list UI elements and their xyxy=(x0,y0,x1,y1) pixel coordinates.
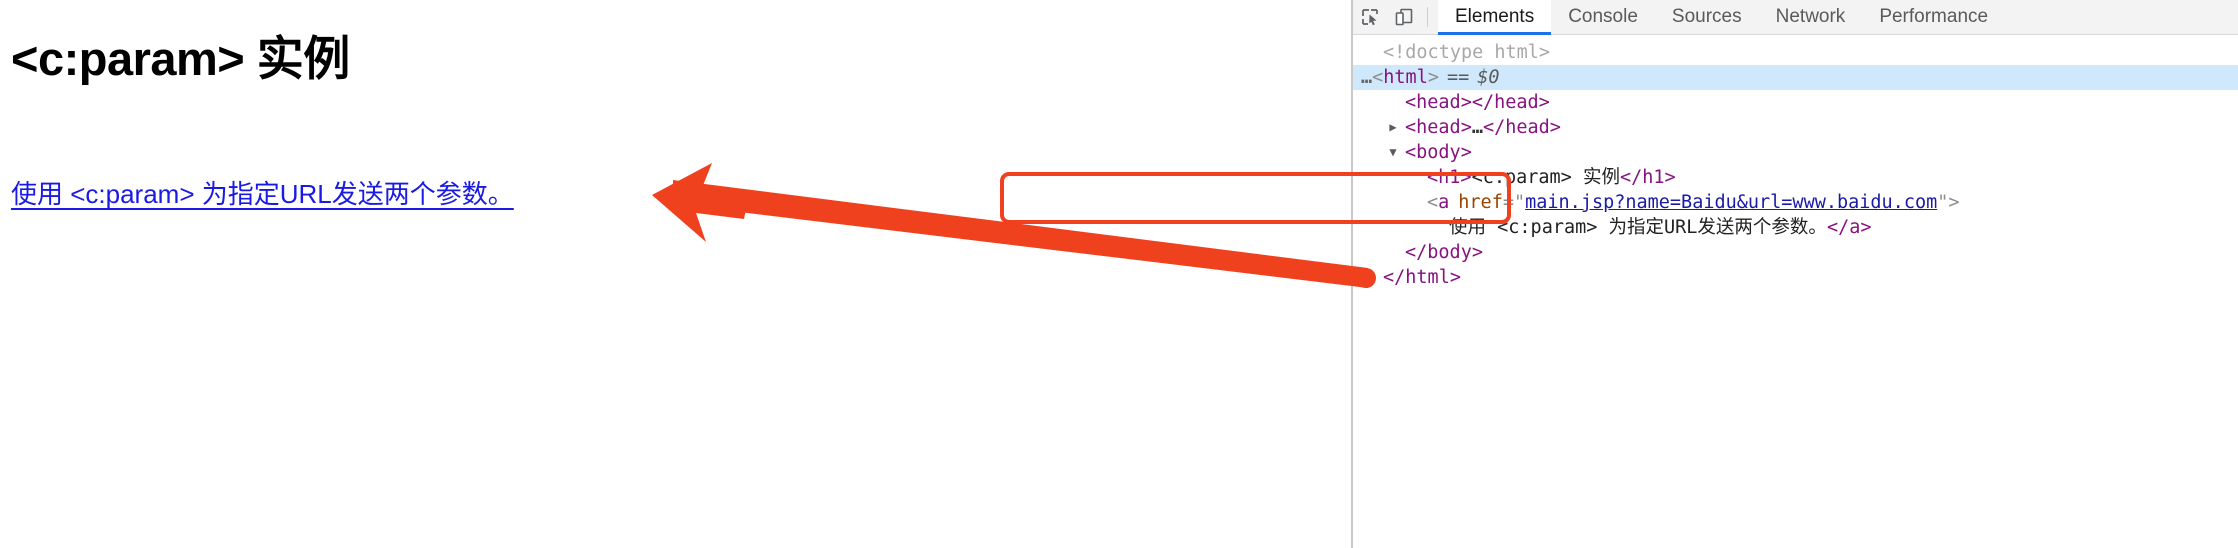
html-open-bracket: < xyxy=(1372,67,1384,88)
html-eq-sign: == xyxy=(1446,67,1470,88)
inspect-element-icon[interactable] xyxy=(1353,0,1387,34)
a-close-bracket: > xyxy=(1948,192,1960,213)
dom-row-body-close[interactable]: </body> xyxy=(1353,240,2238,265)
doctype-text: <!doctype html> xyxy=(1383,42,1551,63)
device-toolbar-icon[interactable] xyxy=(1387,0,1421,34)
a-attr-close-quote: " xyxy=(1937,192,1949,213)
html-console-ref: $0 xyxy=(1477,67,1500,88)
tab-elements[interactable]: Elements xyxy=(1438,0,1552,35)
chevron-down-icon[interactable]: ▼ xyxy=(1385,145,1401,161)
html-tag-name: html xyxy=(1383,67,1428,88)
h1-open-tag: <h1> xyxy=(1427,167,1472,188)
dom-tree[interactable]: <!doctype html> … < html > == $0 <head> </head… xyxy=(1353,36,2238,548)
page-param-link[interactable]: 使用 <c:param> 为指定URL发送两个参数。 xyxy=(11,178,514,212)
dom-row-h1[interactable]: <h1> <c:param> 实例 </h1> xyxy=(1353,165,2238,190)
head2-close-tag: </head> xyxy=(1482,117,1561,138)
tab-performance[interactable]: Performance xyxy=(1862,0,2005,35)
page-title: <c:param> 实例 xyxy=(11,32,350,85)
a-attr-open-quote: " xyxy=(1513,192,1526,213)
dom-row-html[interactable]: … < html > == $0 xyxy=(1353,65,2238,90)
html-close-tag: </html> xyxy=(1383,267,1461,288)
screenshot-root: <c:param> 实例 使用 <c:param> 为指定URL发送两个参数。 … xyxy=(0,0,2238,548)
dom-row-body-open[interactable]: ▼ <body> xyxy=(1353,140,2238,165)
toolbar-separator xyxy=(1427,7,1428,27)
tab-sources[interactable]: Sources xyxy=(1655,0,1759,35)
dom-row-doctype[interactable]: <!doctype html> xyxy=(1353,40,2238,65)
head2-open-tag: <head> xyxy=(1405,117,1472,138)
head-open-tag: <head> xyxy=(1405,92,1472,113)
a-close-tag: </a> xyxy=(1826,217,1872,238)
head2-ellipsis: … xyxy=(1471,117,1483,138)
devtools-panel: Elements Console Sources Network Perform… xyxy=(1353,0,2238,548)
h1-close-tag: </h1> xyxy=(1619,167,1676,188)
head-close-tag: </head> xyxy=(1471,92,1550,113)
devtools-toolbar: Elements Console Sources Network Perform… xyxy=(1353,0,2238,35)
body-close-tag: </body> xyxy=(1405,242,1483,263)
a-href-attr-name: href xyxy=(1458,192,1503,213)
tab-console[interactable]: Console xyxy=(1551,0,1655,35)
a-text-node: 使用 <c:param> 为指定URL发送两个参数。 xyxy=(1449,217,1827,238)
chevron-right-icon[interactable]: ▶ xyxy=(1385,120,1401,136)
h1-text-node: <c:param> 实例 xyxy=(1471,167,1620,188)
dom-row-anchor-open[interactable]: < a href = " main.jsp?name=Baidu&url=www.baid… xyxy=(1353,190,2238,215)
a-open-bracket: < xyxy=(1427,192,1439,213)
dom-row-head-collapsed[interactable]: ▶ <head>… </head> xyxy=(1353,115,2238,140)
body-open-tag: <body> xyxy=(1405,142,1472,163)
dom-row-anchor-text[interactable]: 使用 <c:param> 为指定URL发送两个参数。 </a> xyxy=(1353,215,2238,240)
a-href-attr-value[interactable]: main.jsp?name=Baidu&url=www.baidu.com xyxy=(1525,190,1937,215)
a-attr-equals: = xyxy=(1502,192,1514,213)
devtools-tabs: Elements Console Sources Network Perform… xyxy=(1438,0,2005,35)
rendered-page-pane: <c:param> 实例 使用 <c:param> 为指定URL发送两个参数。 xyxy=(0,0,1352,548)
dom-row-head-empty[interactable]: <head> </head> xyxy=(1353,90,2238,115)
html-close-bracket: > xyxy=(1427,67,1439,88)
a-tag-name: a xyxy=(1438,192,1450,213)
html-preceding-dots: … xyxy=(1361,67,1373,88)
dom-row-html-close[interactable]: </html> xyxy=(1353,265,2238,290)
tab-network[interactable]: Network xyxy=(1759,0,1863,35)
